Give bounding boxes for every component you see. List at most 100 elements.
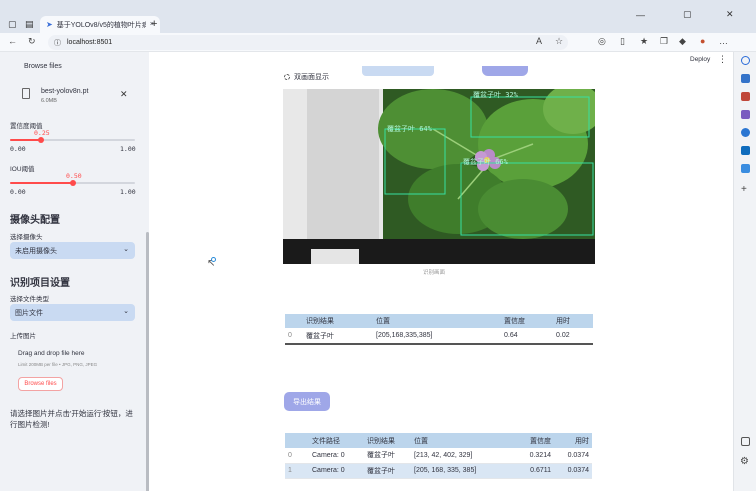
settings-gear-icon[interactable]: ⚙	[740, 456, 749, 467]
table-header-cell[interactable]: 识别结果	[303, 314, 373, 328]
stop-button-partial[interactable]	[482, 66, 528, 76]
table-cell: 覆盆子叶	[303, 328, 373, 345]
table-header-cell[interactable]: 用时	[554, 433, 592, 448]
table-cell: 0.0374	[554, 448, 592, 464]
table-cell: Camera: 0	[309, 448, 364, 464]
camera-frame-svg: 覆盆子叶 64% 覆盆子叶 32% 覆盆子叶 66%	[283, 89, 595, 264]
table-cell: [205,168,335,385]	[373, 328, 501, 345]
table-header-cell[interactable]: 识别结果	[364, 433, 411, 448]
table-cell: 0.0374	[554, 463, 592, 479]
remove-file-icon[interactable]: ✕	[120, 89, 128, 100]
detection-label: 覆盆子叶 32%	[473, 90, 519, 99]
games-icon[interactable]	[741, 110, 750, 119]
table-cell: Camera: 0	[309, 463, 364, 479]
table-header-cell[interactable]	[285, 433, 309, 448]
filetype-select-value: 图片文件	[15, 309, 43, 317]
favorite-star-icon[interactable]: ☆	[555, 36, 563, 47]
dropzone-limit: Limit 200MB per file • JPG, PNG, JPEG	[18, 362, 98, 367]
search-icon[interactable]	[741, 56, 750, 65]
close-window-icon[interactable]: ✕	[726, 9, 734, 20]
table-header-row: 识别结果 位置 置信度 用时	[285, 314, 593, 328]
camera-select[interactable]: 未启用摄像头 ⌄	[10, 242, 135, 259]
table-row[interactable]: 1 Camera: 0 覆盆子叶 [205, 168, 335, 385] 0.…	[285, 463, 592, 479]
collections-icon[interactable]: ❐	[660, 36, 668, 47]
table-header-cell[interactable]: 置信度	[509, 433, 554, 448]
browse-files-button[interactable]: Browse files	[18, 377, 63, 391]
instruction-note: 请选择图片并点击'开始运行'按钮，进行图片检测!	[10, 409, 133, 429]
filetype-label: 选择文件类型	[10, 296, 49, 303]
split-screen-icon[interactable]: ▯	[620, 36, 625, 47]
table-cell: 0	[285, 448, 309, 464]
table-header-cell[interactable]: 位置	[373, 314, 501, 328]
detection-image: 覆盆子叶 64% 覆盆子叶 32% 覆盆子叶 66%	[283, 89, 595, 264]
table-header-cell[interactable]: 用时	[553, 314, 593, 328]
deploy-button[interactable]: Deploy	[690, 56, 710, 63]
browser-tab-active[interactable]: ➤ 基于YOLOv8/v5的植物叶片病害识别 ×	[40, 16, 160, 33]
tab-title: 基于YOLOv8/v5的植物叶片病害识别	[56, 21, 146, 29]
browser-titlebar: ▢ ▤ ➤ 基于YOLOv8/v5的植物叶片病害识别 × + — ▢ ✕	[0, 0, 756, 33]
add-panel-icon[interactable]: +	[741, 184, 747, 195]
url-field[interactable]: ⓘ localhost:8501	[48, 35, 568, 50]
filetype-select[interactable]: 图片文件 ⌄	[10, 304, 135, 321]
profile-avatar-icon[interactable]: ●	[700, 36, 705, 46]
dual-display-label: 双画面显示	[294, 74, 329, 81]
read-aloud-icon[interactable]: A	[536, 36, 542, 46]
new-tab-icon[interactable]: +	[151, 18, 157, 30]
current-result-table: 识别结果 位置 置信度 用时 0 覆盆子叶 [205,168,335,385] …	[285, 314, 593, 345]
iou-slider[interactable]	[10, 180, 135, 186]
back-icon[interactable]: ←	[8, 36, 17, 46]
table-cell: 0.02	[553, 328, 593, 345]
shopping-icon[interactable]	[741, 74, 750, 83]
minimize-icon[interactable]: —	[636, 10, 645, 20]
outlook-icon[interactable]	[741, 146, 750, 155]
conf-slider[interactable]	[10, 137, 135, 143]
browser-essentials-icon[interactable]: ◎	[598, 36, 606, 47]
table-header-cell[interactable]	[285, 314, 303, 328]
iou-value: 0.50	[66, 172, 82, 180]
chevron-down-icon: ⌄	[123, 246, 129, 253]
send-icon[interactable]	[741, 164, 750, 173]
loading-spinner-icon	[284, 74, 290, 80]
favorites-icon[interactable]: ★	[640, 36, 648, 47]
table-header-cell[interactable]: 文件路径	[309, 433, 364, 448]
table-header-row: 文件路径 识别结果 位置 置信度 用时	[285, 433, 592, 448]
table-header-cell[interactable]: 置信度	[501, 314, 553, 328]
export-results-button[interactable]: 导出结果	[284, 392, 330, 411]
table-cell: 覆盆子叶	[364, 448, 411, 464]
uploaded-file: best-yolov8n.pt 6.0MB ✕	[18, 86, 136, 108]
microsoft365-icon[interactable]	[741, 128, 750, 137]
tools-icon[interactable]	[741, 92, 750, 101]
conf-max: 1.00	[120, 145, 136, 153]
table-cell: [205, 168, 335, 385]	[411, 463, 509, 479]
table-header-cell[interactable]: 位置	[411, 433, 509, 448]
dropzone-text[interactable]: Drag and drop file here	[18, 350, 85, 357]
camera-select-value: 未启用摄像头	[15, 247, 57, 255]
table-row[interactable]: 0 覆盆子叶 [205,168,335,385] 0.64 0.02	[285, 328, 593, 345]
iou-slider-handle[interactable]	[69, 180, 76, 186]
table-cell: 0.64	[501, 328, 553, 345]
reload-icon[interactable]: ↻	[28, 36, 36, 47]
start-button-partial[interactable]	[362, 66, 434, 76]
site-info-icon[interactable]: ⓘ	[54, 38, 61, 48]
tab-actions-icon[interactable]: ▤	[25, 19, 34, 30]
table-cell: 1	[285, 463, 309, 479]
browser-more-icon[interactable]: …	[719, 36, 728, 46]
main-menu-icon[interactable]: ⋮	[718, 54, 727, 65]
table-cell: 覆盆子叶	[364, 463, 411, 479]
browse-files-partial[interactable]: Browse files	[24, 63, 62, 70]
app-menu-icon[interactable]: ▢	[8, 19, 17, 30]
file-name: best-yolov8n.pt	[41, 88, 89, 95]
history-result-table: 文件路径 识别结果 位置 置信度 用时 0 Camera: 0 覆盆子叶 [21…	[285, 433, 592, 479]
dual-display-toggle[interactable]: 双画面显示	[284, 72, 329, 82]
table-row[interactable]: 0 Camera: 0 覆盆子叶 [213, 42, 402, 329] 0.3…	[285, 448, 592, 464]
chevron-down-icon: ⌄	[123, 308, 129, 315]
browser-side-panel: + ⚙	[733, 52, 756, 491]
conf-slider-handle[interactable]	[38, 137, 45, 143]
busy-indicator-icon	[211, 257, 216, 262]
table-cell: 0	[285, 328, 303, 345]
shield-icon[interactable]: ◆	[679, 36, 686, 47]
panel-layout-icon[interactable]	[741, 437, 750, 446]
maximize-icon[interactable]: ▢	[683, 9, 692, 20]
iou-min: 0.00	[10, 188, 26, 196]
app-sidebar: Browse files best-yolov8n.pt 6.0MB ✕ 置信度…	[0, 52, 149, 491]
